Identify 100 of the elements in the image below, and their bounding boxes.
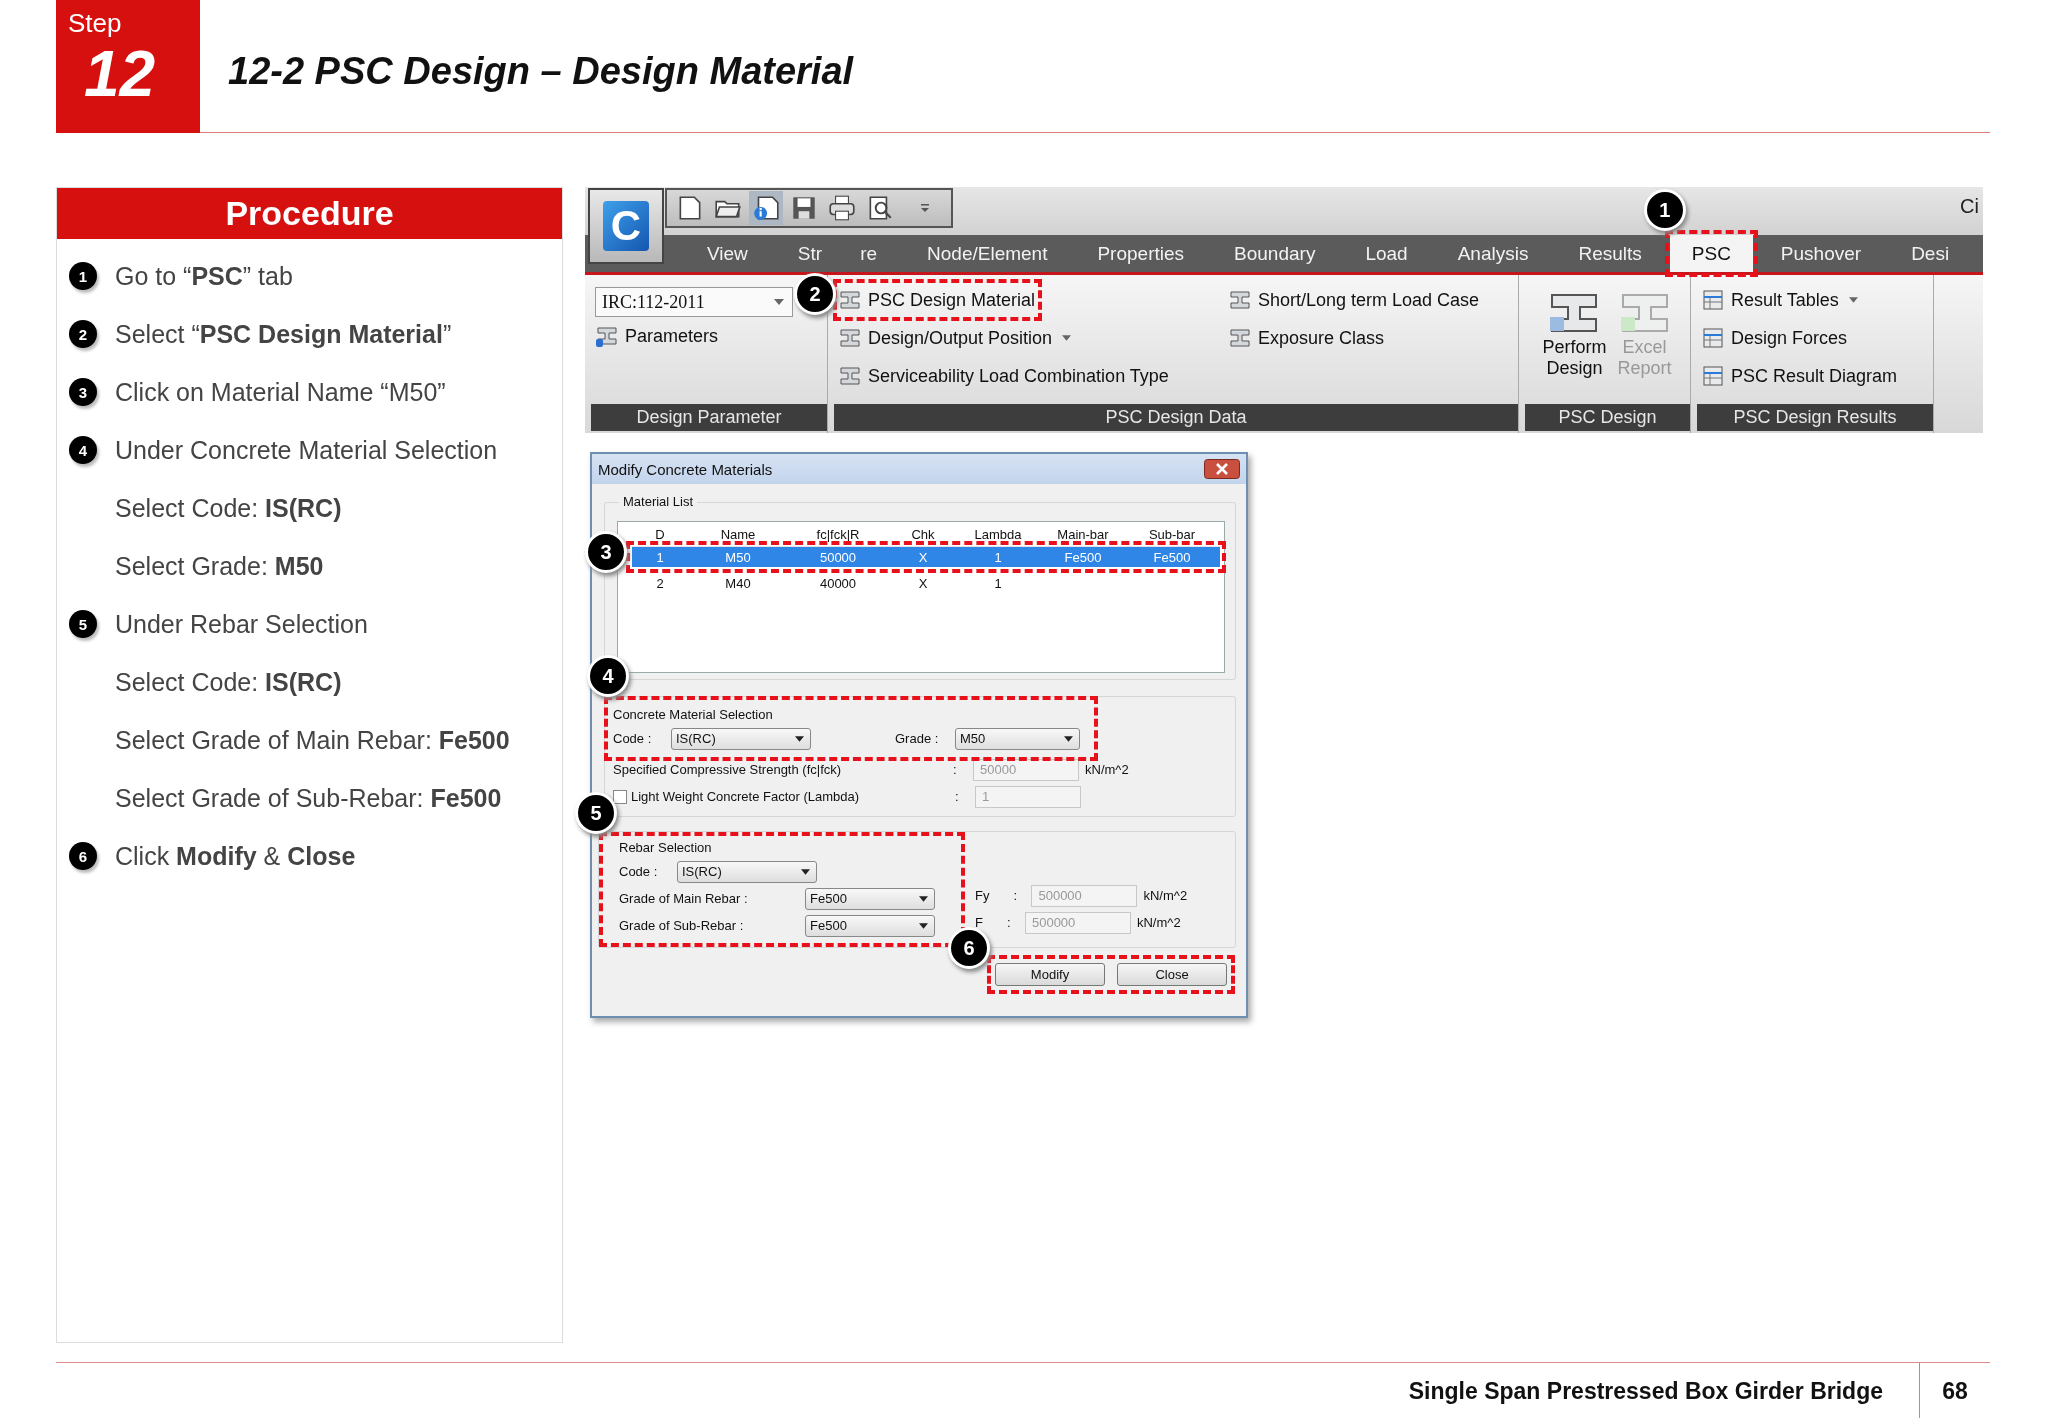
unit-label: kN/m^2 [1143, 888, 1188, 903]
field-label: Grade of Sub-Rebar : [619, 918, 745, 933]
column-header[interactable]: D [632, 526, 688, 542]
column-header[interactable]: fc|fck|R [788, 526, 888, 542]
checkbox[interactable] [613, 789, 627, 804]
callout-badge: 6 [948, 927, 990, 969]
document-title: Single Span Prestressed Box Girder Bridge [1408, 1363, 1920, 1418]
step-label: Step [68, 8, 123, 38]
ribbon-command[interactable]: Design/Output Position [838, 322, 1074, 354]
ribbon-tab[interactable]: Boundary [1212, 235, 1338, 272]
caret-icon [774, 299, 784, 305]
ribbon-tab[interactable]: Load [1343, 235, 1430, 272]
group-label: Design Parameter [591, 404, 827, 431]
field-label: F [975, 915, 983, 930]
code-dropdown[interactable]: IS(RC) [677, 860, 817, 883]
instruction-text: Select Code: IS(RC) [115, 667, 342, 697]
section-icon [1228, 288, 1252, 312]
field-colon: : [953, 762, 958, 777]
checkbox-label: Light Weight Concrete Factor (Lambda) [631, 789, 861, 804]
step-number-badge: 3 [69, 378, 97, 406]
field-label: Grade : [895, 731, 940, 746]
ribbon-command[interactable]: Result Tables [1701, 284, 1860, 316]
ribbon-command[interactable]: PSC Design Material [838, 284, 1038, 316]
caret-icon [1064, 735, 1073, 742]
close-button[interactable]: Close [1117, 963, 1227, 986]
table-row[interactable]: 2 M40 40000 X 1 [632, 573, 1220, 593]
caret-icon [801, 868, 810, 875]
main-rebar-dropdown[interactable]: Fe500 [805, 887, 935, 910]
instruction-text: Under Concrete Material Selection [115, 435, 498, 465]
ribbon-tab[interactable]: Properties [1075, 235, 1207, 272]
step-number-badge: 6 [69, 842, 97, 870]
group-title: Concrete Material Selection [613, 707, 774, 724]
app-logo: C [603, 201, 649, 251]
ribbon-command[interactable]: PSC Result Diagram [1701, 360, 1900, 392]
step-number: 12 [84, 38, 157, 110]
section-icon [838, 288, 862, 312]
field-label: Fy [975, 888, 990, 903]
app-menu-button[interactable]: C [588, 188, 664, 264]
ribbon-command[interactable]: Exposure Class [1228, 322, 1387, 354]
step-number-badge: 1 [69, 262, 97, 290]
caret-icon [919, 895, 928, 902]
unit-label: kN/m^2 [1136, 915, 1181, 930]
ribbon-tab[interactable]: Str re [775, 235, 900, 272]
section-icon [838, 326, 862, 350]
code-dropdown[interactable]: IS(RC) [671, 727, 811, 750]
design-code-dropdown[interactable]: IRC:112-2011 [595, 287, 793, 317]
app-title: Ci [1960, 195, 1979, 218]
close-icon[interactable] [1204, 459, 1240, 479]
ribbon-tab[interactable]: View [685, 235, 770, 272]
instruction-text: Select “PSC Design Material” [115, 319, 452, 349]
instruction-text: Click on Material Name “M50” [115, 377, 446, 407]
page-number: 68 [1941, 1377, 1969, 1405]
section-icon [595, 324, 619, 348]
ribbon-tab[interactable]: Analysis [1435, 235, 1551, 272]
field-colon: : [955, 789, 960, 804]
modify-button[interactable]: Modify [995, 963, 1105, 986]
column-header[interactable]: Main-bar [1038, 526, 1128, 542]
callout-badge: 2 [794, 273, 836, 315]
sub-rebar-dropdown[interactable]: Fe500 [805, 914, 935, 937]
procedure-title: Procedure [57, 188, 562, 239]
column-header[interactable]: Sub-bar [1128, 526, 1216, 542]
customize-caret-icon[interactable] [919, 202, 931, 214]
page-title: 12-2 PSC Design – Design Material [228, 49, 854, 93]
field-label: Code : [619, 864, 659, 879]
group-title: Material List [619, 494, 698, 509]
parameters-button[interactable]: Parameters [595, 320, 721, 352]
column-header[interactable]: Chk [888, 526, 958, 542]
instruction-text: Select Code: IS(RC) [115, 493, 342, 523]
step-number-badge: 2 [69, 320, 97, 348]
table-icon [1701, 288, 1725, 312]
field-label: Specified Compressive Strength (fc|fck) [613, 762, 843, 777]
callout-badge: 3 [585, 531, 627, 573]
column-header[interactable]: Lambda [958, 526, 1038, 542]
section-icon [838, 364, 862, 388]
group-label: PSC Design [1525, 404, 1690, 431]
ribbon-tab[interactable]: Pushover [1758, 235, 1884, 272]
step-number-badge: 4 [69, 436, 97, 464]
instruction-text: Go to “PSC” tab [115, 261, 293, 291]
section-icon [1228, 326, 1252, 350]
ribbon-tab[interactable]: Results [1556, 235, 1664, 272]
caret-icon [919, 922, 928, 929]
field-colon: : [1006, 915, 1012, 930]
column-header[interactable]: Name [688, 526, 788, 542]
ribbon-command[interactable]: Serviceability Load Combination Type [838, 360, 1171, 392]
table-icon [1701, 364, 1725, 388]
instruction-text: Under Rebar Selection [115, 609, 368, 639]
unit-label: kN/m^2 [1085, 762, 1129, 777]
callout-badge: 5 [575, 792, 617, 834]
info-file-icon[interactable] [749, 191, 783, 225]
ribbon-tab[interactable]: Node/Element [905, 235, 1070, 272]
ribbon-command[interactable]: Design Forces [1701, 322, 1850, 354]
instruction-text: Select Grade: M50 [115, 551, 324, 581]
group-title: Rebar Selection [619, 840, 713, 857]
step-number-badge: 5 [69, 610, 97, 638]
ribbon-large-button[interactable]: Perform Design [1542, 289, 1607, 379]
ribbon-command[interactable]: Short/Long term Load Case [1228, 284, 1482, 316]
field-colon: : [1013, 888, 1019, 903]
callout-badge: 4 [587, 655, 629, 697]
ribbon-tab[interactable]: Desi [1889, 235, 1972, 272]
grade-dropdown[interactable]: M50 [955, 727, 1080, 750]
